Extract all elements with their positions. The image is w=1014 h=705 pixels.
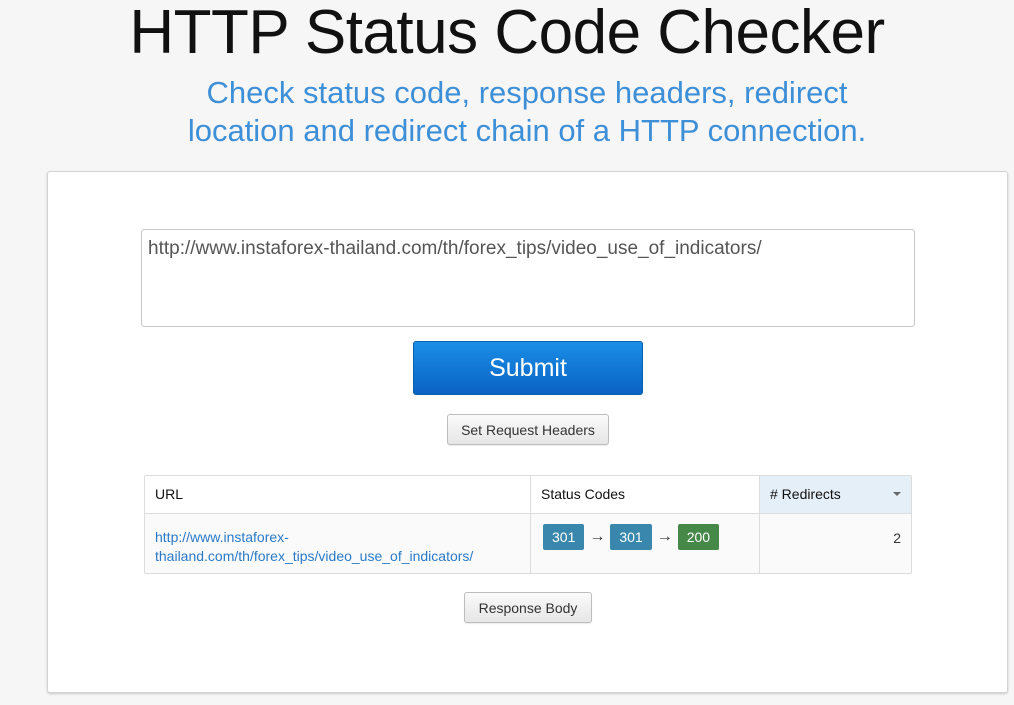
- status-badge: 200: [677, 524, 720, 550]
- column-header-status-codes[interactable]: Status Codes: [530, 476, 759, 513]
- results-table: URL Status Codes # Redirects http://www.…: [144, 475, 912, 574]
- url-input[interactable]: [141, 229, 915, 327]
- table-row: http://www.instaforex-thailand.com/th/fo…: [145, 513, 911, 573]
- page-title: HTTP Status Code Checker: [129, 0, 885, 67]
- page-subtitle: Check status code, response headers, red…: [187, 75, 867, 148]
- response-body-button[interactable]: Response Body: [464, 592, 592, 623]
- redirect-count: 2: [893, 530, 901, 546]
- table-header-row: URL Status Codes # Redirects: [145, 476, 911, 514]
- set-request-headers-button[interactable]: Set Request Headers: [447, 414, 609, 445]
- redirects-cell: 2: [759, 513, 911, 573]
- status-badge: 301: [543, 524, 585, 550]
- arrow-right-icon: →: [589, 528, 606, 545]
- status-codes-cell: 301 → 301 → 200: [530, 513, 759, 573]
- sort-caret-icon[interactable]: [893, 492, 901, 496]
- status-badge: 301: [610, 524, 652, 550]
- submit-button[interactable]: Submit: [413, 341, 643, 395]
- url-cell: http://www.instaforex-thailand.com/th/fo…: [145, 513, 530, 573]
- column-header-url[interactable]: URL: [145, 476, 530, 513]
- arrow-right-icon: →: [656, 528, 673, 545]
- status-chain: 301 → 301 → 200: [543, 524, 720, 550]
- column-header-redirects[interactable]: # Redirects: [759, 476, 911, 513]
- checker-panel: Submit Set Request Headers URL Status Co…: [47, 171, 1008, 693]
- result-url-link[interactable]: http://www.instaforex-thailand.com/th/fo…: [155, 528, 525, 566]
- column-header-redirects-label: # Redirects: [770, 486, 841, 502]
